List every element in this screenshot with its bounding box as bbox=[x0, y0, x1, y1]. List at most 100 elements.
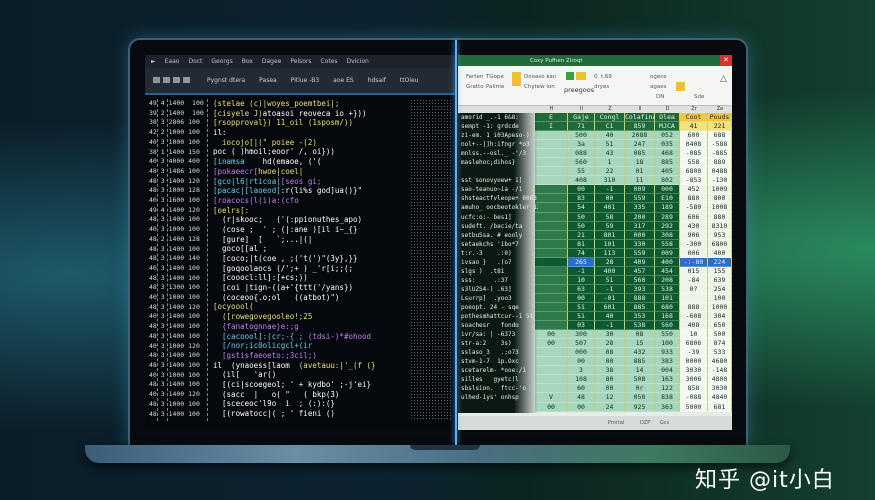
table-cell[interactable]: 393 bbox=[625, 284, 655, 294]
table-cell[interactable]: 639 bbox=[708, 275, 732, 285]
table-cell[interactable] bbox=[680, 293, 708, 303]
table-cell[interactable]: -088 bbox=[680, 393, 708, 403]
table-cell[interactable]: 24 bbox=[595, 402, 625, 412]
column-header[interactable]: Colafina bbox=[625, 113, 656, 123]
table-cell[interactable]: 00 bbox=[595, 384, 625, 394]
table-cell[interactable]: 289 bbox=[655, 212, 680, 222]
table-cell[interactable]: 400 bbox=[708, 248, 732, 258]
table-cell[interactable]: 0408 bbox=[680, 140, 708, 150]
table-cell[interactable]: -130 bbox=[708, 176, 732, 186]
table-cell[interactable]: 800 bbox=[708, 194, 732, 204]
column-header[interactable]: Gaje bbox=[568, 113, 595, 123]
menu-item[interactable]: Cotes bbox=[321, 58, 338, 65]
table-cell[interactable]: 400 bbox=[595, 266, 625, 276]
table-cell[interactable]: 000 bbox=[625, 230, 655, 240]
column-header[interactable]: Congl bbox=[595, 113, 625, 123]
table-cell[interactable]: 200 bbox=[625, 212, 655, 222]
table-cell[interactable]: 00 bbox=[568, 357, 595, 367]
ribbon-item[interactable]: Chytew ion bbox=[524, 84, 555, 90]
ribbon-item[interactable]: TGope bbox=[486, 74, 504, 80]
table-cell[interactable] bbox=[535, 257, 568, 267]
ribbon-item[interactable]: ttOieu bbox=[400, 77, 419, 84]
ribbon-item[interactable]: Dooaso kan bbox=[524, 74, 556, 80]
table-cell[interactable]: 3006 bbox=[680, 375, 708, 385]
table-cell[interactable]: 533 bbox=[708, 348, 732, 358]
column-letter[interactable]: Ze bbox=[708, 106, 732, 112]
table-cell[interactable]: 18 bbox=[625, 158, 655, 168]
ribbon-item[interactable]: preegoos bbox=[564, 86, 594, 94]
table-cell[interactable] bbox=[535, 131, 568, 141]
menu-item[interactable]: Pelsors bbox=[290, 58, 311, 65]
table-cell[interactable] bbox=[535, 203, 568, 213]
table-cell[interactable]: 052 bbox=[655, 131, 680, 141]
column-header[interactable]: Coot bbox=[680, 113, 708, 123]
table-cell[interactable]: -1 bbox=[595, 284, 625, 294]
table-cell[interactable]: 606 bbox=[680, 212, 708, 222]
table-cell[interactable] bbox=[535, 221, 568, 231]
table-cell[interactable]: 71 bbox=[568, 122, 595, 132]
table-cell[interactable]: -300 bbox=[680, 239, 708, 249]
table-cell[interactable]: 22 bbox=[595, 167, 625, 177]
ribbon-item[interactable]: Pygnst dtera bbox=[207, 77, 245, 84]
table-cell[interactable]: 874 bbox=[708, 339, 732, 349]
close-icon[interactable]: ✕ bbox=[720, 55, 732, 66]
table-cell[interactable]: 30 bbox=[595, 330, 625, 340]
ribbon-item[interactable]: Sde bbox=[694, 94, 704, 100]
table-cell[interactable]: 650 bbox=[708, 321, 732, 331]
table-cell[interactable]: 363 bbox=[655, 402, 680, 412]
table-cell[interactable] bbox=[535, 266, 568, 276]
menu-item[interactable]: Dagee bbox=[262, 58, 282, 65]
column-letter[interactable]: Z bbox=[595, 106, 625, 112]
table-cell[interactable]: 538 bbox=[655, 284, 680, 294]
highlight-icon[interactable] bbox=[512, 72, 521, 86]
table-cell[interactable]: 247 bbox=[625, 140, 655, 150]
table-cell[interactable]: 015 bbox=[680, 266, 708, 276]
table-cell[interactable]: 58 bbox=[595, 212, 625, 222]
table-cell[interactable]: 500 bbox=[708, 330, 732, 340]
table-cell[interactable]: 006 bbox=[680, 248, 708, 258]
table-cell[interactable] bbox=[535, 293, 568, 303]
minimap[interactable] bbox=[410, 99, 452, 421]
table-cell[interactable]: I bbox=[535, 122, 568, 132]
table-cell[interactable]: 400 bbox=[655, 257, 680, 267]
table-cell[interactable]: 888 bbox=[625, 293, 655, 303]
table-cell[interactable]: 40 bbox=[595, 131, 625, 141]
table-cell[interactable]: 000 bbox=[568, 348, 595, 358]
table-cell[interactable] bbox=[535, 158, 568, 168]
table-cell[interactable]: 50 bbox=[568, 212, 595, 222]
table-cell[interactable]: 859 bbox=[625, 122, 655, 132]
ribbon-item[interactable]: Gratto bbox=[466, 84, 484, 90]
table-cell[interactable]: -588 bbox=[708, 140, 732, 150]
table-cell[interactable] bbox=[535, 248, 568, 258]
fill-green-icon[interactable] bbox=[566, 72, 574, 80]
table-cell[interactable] bbox=[535, 284, 568, 294]
table-cell[interactable]: 113 bbox=[595, 248, 625, 258]
table-cell[interactable]: 51 bbox=[595, 140, 625, 150]
table-cell[interactable]: 330 bbox=[625, 239, 655, 249]
table-cell[interactable]: 688 bbox=[708, 131, 732, 141]
table-cell[interactable]: 432 bbox=[625, 348, 655, 358]
table-cell[interactable] bbox=[535, 275, 568, 285]
table-cell[interactable]: 08 bbox=[595, 348, 625, 358]
table-cell[interactable]: 08 bbox=[625, 330, 655, 340]
table-cell[interactable]: 452 bbox=[680, 185, 708, 195]
table-cell[interactable]: 50 bbox=[568, 221, 595, 231]
table-cell[interactable]: -1 bbox=[595, 321, 625, 331]
table-cell[interactable] bbox=[535, 176, 568, 186]
table-cell[interactable]: 4800 bbox=[708, 375, 732, 385]
table-cell[interactable]: 408 bbox=[568, 176, 595, 186]
table-cell[interactable]: 4840 bbox=[708, 393, 732, 403]
table-cell[interactable]: 12 bbox=[595, 393, 625, 403]
table-cell[interactable] bbox=[535, 149, 568, 159]
table-cell[interactable]: 168 bbox=[655, 312, 680, 322]
table-cell[interactable]: 304 bbox=[708, 312, 732, 322]
column-letter[interactable]: H bbox=[535, 106, 568, 112]
table-cell[interactable]: 10 bbox=[680, 330, 708, 340]
table-cell[interactable]: 889 bbox=[708, 158, 732, 168]
table-cell[interactable]: 00 bbox=[568, 402, 595, 412]
column-header[interactable]: Olea bbox=[655, 113, 680, 123]
table-cell[interactable]: 925 bbox=[625, 402, 655, 412]
table-cell[interactable]: 559 bbox=[625, 248, 655, 258]
table-cell[interactable]: 560 bbox=[625, 275, 655, 285]
table-cell[interactable]: 51 bbox=[568, 302, 595, 313]
